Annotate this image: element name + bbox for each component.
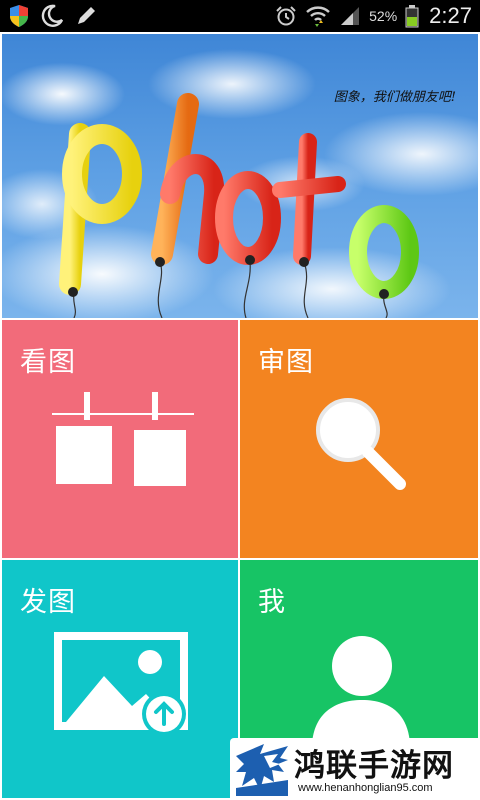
status-bar: 52% 2:27 <box>0 0 480 32</box>
moon-icon <box>41 4 64 27</box>
signal-icon <box>341 7 360 25</box>
tile-me-label: 我 <box>258 587 286 618</box>
tile-review-label: 审图 <box>258 347 314 378</box>
photo-balloon-title <box>59 93 419 318</box>
tile-view-photos[interactable]: 看图 <box>2 320 238 558</box>
clock: 2:27 <box>429 3 472 28</box>
user-icon <box>312 636 410 744</box>
alarm-icon <box>276 6 296 26</box>
photos-on-line-icon <box>52 392 194 486</box>
shield-icon <box>10 5 28 27</box>
status-bar-right: 52% 2:27 <box>275 2 472 30</box>
tile-post-label: 发图 <box>20 587 76 618</box>
site-watermark: 鸿联手游网 www.henanhonglian95.com <box>230 738 480 800</box>
pen-icon <box>78 7 95 24</box>
magnifier-icon <box>316 398 406 490</box>
banner: 图象，我们做朋友吧! <box>2 34 478 318</box>
horse-logo <box>234 742 290 796</box>
tile-view-label: 看图 <box>20 347 76 378</box>
image-upload-icon <box>54 632 188 736</box>
watermark-title: 鸿联手游网 <box>294 748 454 784</box>
wifi-icon <box>306 6 330 27</box>
tile-post-photo[interactable]: 发图 <box>2 560 238 798</box>
watermark-url: www.henanhonglian95.com <box>298 782 433 794</box>
battery-percent: 52% <box>369 8 398 24</box>
status-bar-left <box>8 4 98 28</box>
tile-review-photos[interactable]: 审图 <box>240 320 478 558</box>
battery-icon <box>405 5 419 28</box>
banner-tagline: 图象，我们做朋友吧! <box>333 90 456 105</box>
